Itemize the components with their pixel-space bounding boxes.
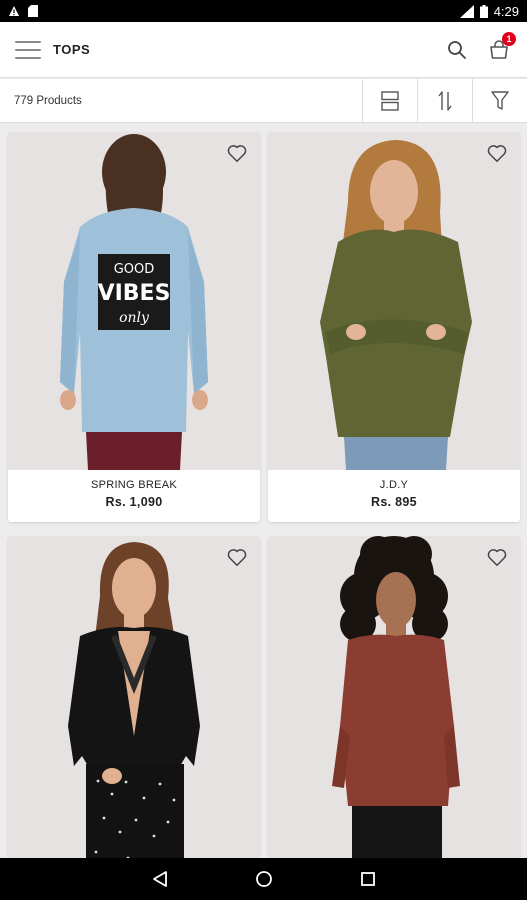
- product-image[interactable]: GOOD VIBES only: [8, 132, 260, 470]
- wishlist-heart-icon[interactable]: [226, 546, 248, 568]
- product-grid: GOOD VIBES only SPRING BREAK Rs. 1,090 J…: [8, 132, 520, 874]
- wishlist-heart-icon[interactable]: [486, 546, 508, 568]
- listing-toolbar: 779 Products: [0, 79, 527, 123]
- product-card[interactable]: [8, 536, 260, 874]
- status-bar: 4:29: [0, 0, 527, 22]
- product-brand: SPRING BREAK: [90, 479, 178, 491]
- app-bar: TOPS 1: [0, 22, 527, 78]
- product-card[interactable]: [268, 536, 520, 874]
- product-info[interactable]: J.D.Y Rs. 895: [268, 470, 520, 522]
- home-icon[interactable]: [252, 867, 276, 891]
- product-image[interactable]: [268, 536, 520, 874]
- sort-icon: [437, 89, 453, 113]
- cart-button[interactable]: 1: [487, 31, 516, 62]
- page-title: TOPS: [53, 42, 91, 57]
- signal-icon: [459, 4, 474, 18]
- filter-icon: [490, 90, 510, 112]
- recents-icon[interactable]: [356, 867, 380, 891]
- warning-icon: [8, 5, 20, 17]
- menu-icon[interactable]: [15, 40, 41, 59]
- back-icon[interactable]: [148, 867, 172, 891]
- product-info[interactable]: SPRING BREAK Rs. 1,090: [8, 470, 260, 522]
- wishlist-heart-icon[interactable]: [486, 142, 508, 164]
- product-price: Rs. 895: [371, 495, 417, 509]
- view-toggle-icon: [380, 90, 400, 112]
- sd-card-icon: [28, 5, 38, 17]
- product-card[interactable]: GOOD VIBES only SPRING BREAK Rs. 1,090: [8, 132, 260, 522]
- battery-icon: [479, 4, 488, 18]
- product-image[interactable]: [8, 536, 260, 874]
- product-image[interactable]: [268, 132, 520, 470]
- cart-count-badge: 1: [502, 31, 516, 46]
- print-text-only: only: [119, 310, 150, 326]
- product-count: 779 Products: [14, 94, 82, 107]
- print-text-good: GOOD: [114, 262, 155, 277]
- product-price: Rs. 1,090: [105, 495, 163, 509]
- product-card[interactable]: J.D.Y Rs. 895: [268, 132, 520, 522]
- search-icon[interactable]: [445, 38, 469, 62]
- wishlist-heart-icon[interactable]: [226, 142, 248, 164]
- product-brand: J.D.Y: [379, 479, 409, 491]
- print-text-vibes: VIBES: [98, 281, 171, 306]
- view-toggle-button[interactable]: [362, 79, 417, 122]
- system-nav-bar: [0, 858, 527, 900]
- filter-button[interactable]: [472, 79, 527, 122]
- status-time: 4:29: [493, 3, 519, 19]
- sort-button[interactable]: [417, 79, 472, 122]
